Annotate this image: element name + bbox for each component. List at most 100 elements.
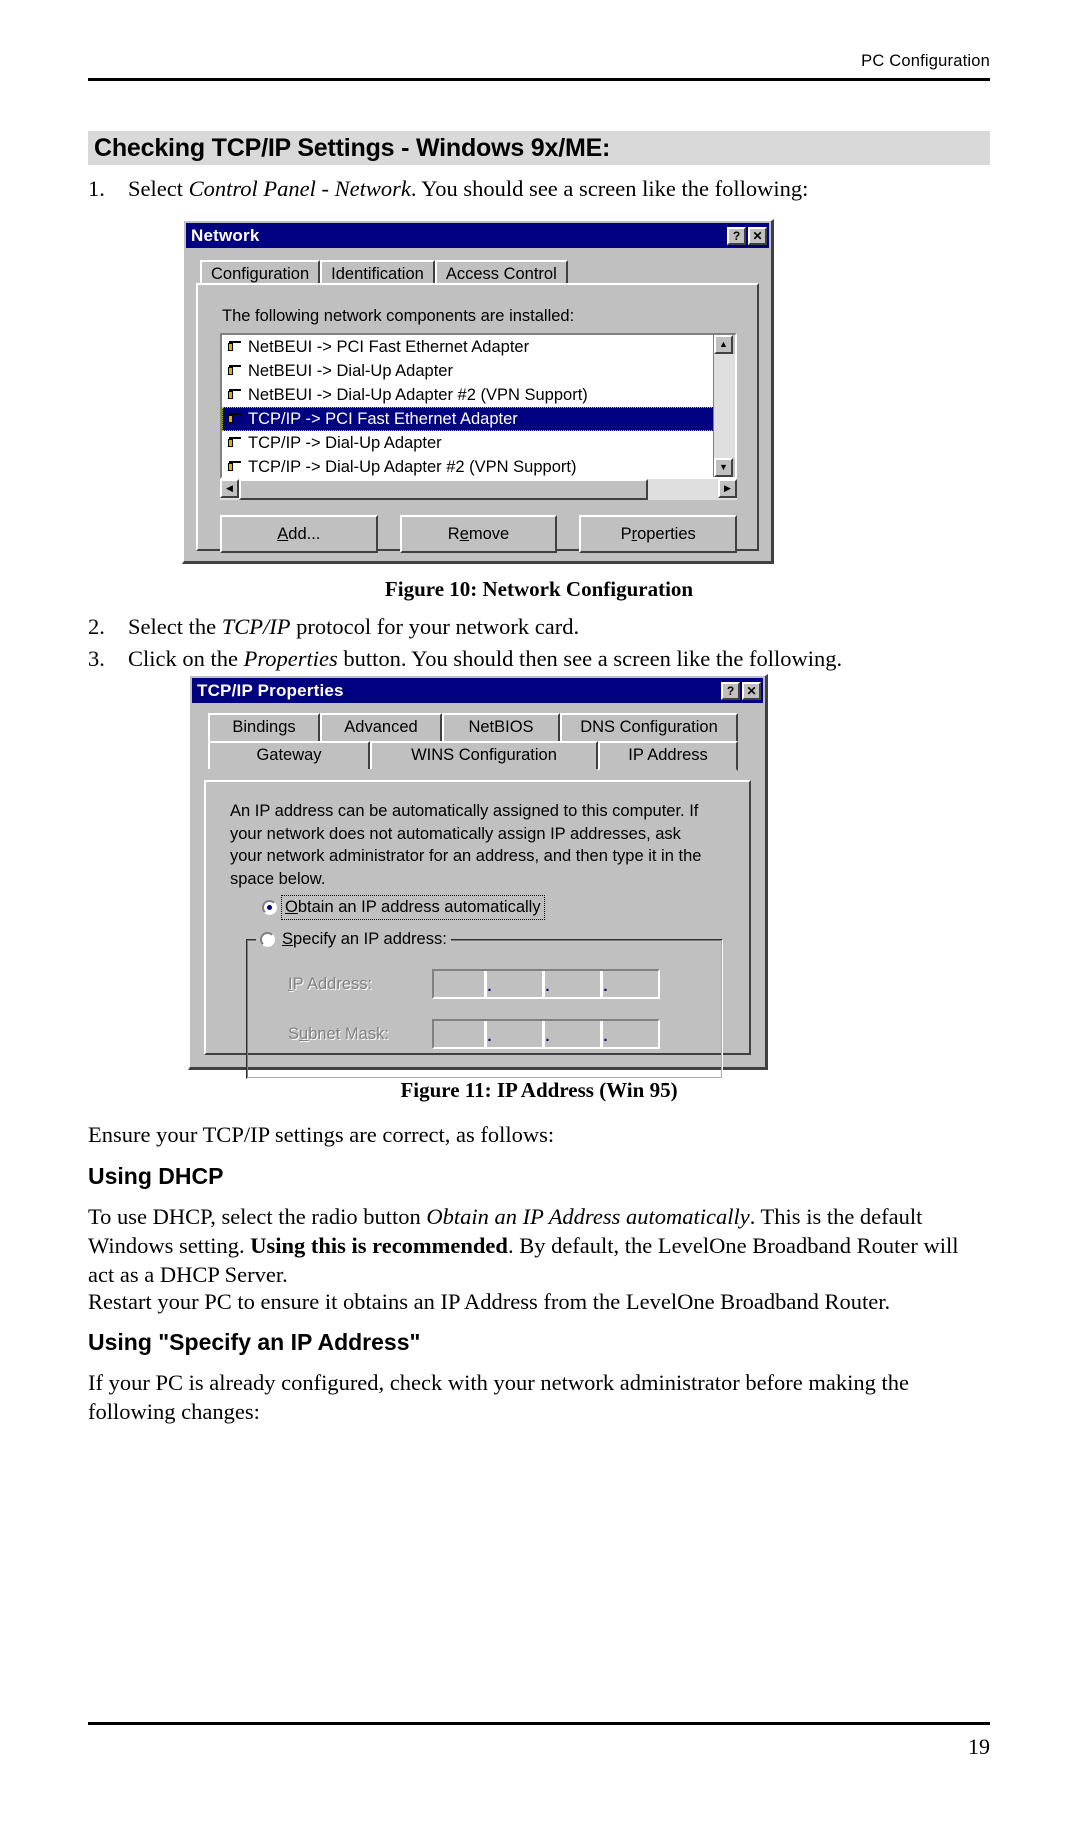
tab-ip-address[interactable]: IP Address xyxy=(598,741,738,771)
ip-octet-2[interactable] xyxy=(492,971,542,997)
tab-bindings[interactable]: Bindings xyxy=(208,713,320,741)
remove-button-label: Remove xyxy=(447,524,510,543)
components-list-label-text: The following network components are ins… xyxy=(222,307,575,325)
step-item-3: 3. Click on the Properties button. You s… xyxy=(88,645,990,673)
list-item-label: TCP/IP -> Dial-Up Adapter #2 (VPN Suppor… xyxy=(248,457,577,476)
tcpip-tab-strip-row2[interactable]: Gateway WINS Configuration IP Address xyxy=(208,741,765,771)
list-item[interactable]: NetBEUI -> PCI Fast Ethernet Adapter xyxy=(222,335,714,359)
using-dhcp-heading: Using DHCP xyxy=(88,1163,224,1189)
scroll-left-icon[interactable]: ◀ xyxy=(220,479,239,498)
ip-octet-4[interactable] xyxy=(608,971,658,997)
scroll-track[interactable] xyxy=(714,354,735,458)
network-components-listbox[interactable]: NetBEUI -> PCI Fast Ethernet Adapter Net… xyxy=(220,333,737,479)
help-icon[interactable]: ? xyxy=(721,681,740,700)
dhcp-paragraph: To use DHCP, select the radio button Obt… xyxy=(88,1204,959,1287)
ip-address-description: An IP address can be automatically assig… xyxy=(230,802,702,888)
scroll-down-icon[interactable]: ▼ xyxy=(714,458,733,477)
ip-address-input[interactable]: . . . xyxy=(432,969,660,999)
mask-octet-3[interactable] xyxy=(550,1021,600,1047)
document-page: PC Configuration Checking TCP/IP Setting… xyxy=(0,0,1080,1822)
tcpip-tab-strip-row1[interactable]: Bindings Advanced NetBIOS DNS Configurat… xyxy=(208,713,765,741)
figure-11-caption: Figure 11: IP Address (Win 95) xyxy=(400,1078,678,1102)
ip-address-field-label: IP Address: xyxy=(288,975,373,993)
step-item-2: 2. Select the TCP/IP protocol for your n… xyxy=(88,613,990,641)
specify-ip-heading: Using "Specify an IP Address" xyxy=(88,1329,421,1355)
network-dialog-titlebar: Network ? ✕ xyxy=(186,223,769,248)
figure-10-caption: Figure 10: Network Configuration xyxy=(384,577,694,601)
subnet-mask-input[interactable]: . . . xyxy=(432,1019,660,1049)
list-item-selected[interactable]: TCP/IP -> PCI Fast Ethernet Adapter xyxy=(222,407,714,431)
list-item-label: NetBEUI -> PCI Fast Ethernet Adapter xyxy=(248,337,530,356)
step-text: Click on the Properties button. You shou… xyxy=(128,646,843,671)
tcpip-properties-dialog[interactable]: TCP/IP Properties ? ✕ Bindings Advanced … xyxy=(188,674,768,1079)
ensure-settings-paragraph: Ensure your TCP/IP settings are correct,… xyxy=(88,1122,555,1147)
running-header: PC Configuration xyxy=(861,52,990,70)
network-dialog[interactable]: Network ? ✕ Configuration Identification… xyxy=(182,219,774,564)
mask-octet-4[interactable] xyxy=(608,1021,658,1047)
help-icon[interactable]: ? xyxy=(727,226,746,245)
obtain-ip-automatically-radio[interactable]: Obtain an IP address automatically xyxy=(262,895,545,920)
tab-dns-configuration[interactable]: DNS Configuration xyxy=(560,713,738,741)
tab-netbios[interactable]: NetBIOS xyxy=(442,713,560,741)
close-icon[interactable]: ✕ xyxy=(748,226,767,245)
protocol-icon xyxy=(225,363,245,380)
page-number: 19 xyxy=(968,1734,990,1759)
properties-button-label: Properties xyxy=(620,524,696,543)
listbox-horizontal-scrollbar[interactable]: ◀ ▶ xyxy=(220,479,737,500)
tab-gateway[interactable]: Gateway xyxy=(208,741,370,769)
tcpip-titlebar-buttons: ? ✕ xyxy=(721,681,761,700)
specify-ip-paragraph: If your PC is already configured, check … xyxy=(88,1370,910,1424)
add-button[interactable]: Add... xyxy=(220,515,378,553)
configuration-tab-page: The following network components are ins… xyxy=(196,283,759,553)
tab-advanced[interactable]: Advanced xyxy=(320,713,442,741)
list-item-label: TCP/IP -> PCI Fast Ethernet Adapter xyxy=(248,409,518,428)
step-number: 2. xyxy=(88,614,105,639)
mask-octet-2[interactable] xyxy=(492,1021,542,1047)
ip-octet-1[interactable] xyxy=(434,971,484,997)
list-item-label: TCP/IP -> Dial-Up Adapter xyxy=(248,433,442,452)
protocol-icon xyxy=(225,387,245,404)
properties-button[interactable]: Properties xyxy=(579,515,738,553)
list-item-label: NetBEUI -> Dial-Up Adapter #2 (VPN Suppo… xyxy=(248,385,588,404)
add-button-label: Add... xyxy=(277,524,321,543)
step-item-1: 1. Select Control Panel - Network. You s… xyxy=(88,175,990,203)
tab-wins-configuration[interactable]: WINS Configuration xyxy=(370,741,598,769)
ip-address-tab-page: An IP address can be automatically assig… xyxy=(204,780,751,1079)
network-titlebar-buttons: ? ✕ xyxy=(727,226,767,245)
footer-rule xyxy=(88,1722,990,1725)
list-item-label: NetBEUI -> Dial-Up Adapter xyxy=(248,361,453,380)
list-item[interactable]: NetBEUI -> Dial-Up Adapter xyxy=(222,359,714,383)
mask-octet-1[interactable] xyxy=(434,1021,484,1047)
step-number: 3. xyxy=(88,646,105,671)
scroll-up-icon[interactable]: ▲ xyxy=(714,335,733,354)
step-text: Select the TCP/IP protocol for your netw… xyxy=(128,614,580,639)
protocol-icon xyxy=(225,435,245,452)
step-number: 1. xyxy=(88,176,105,201)
listbox-vertical-scrollbar[interactable]: ▲ ▼ xyxy=(713,335,735,477)
components-list-label: The following network components are ins… xyxy=(222,305,574,328)
remove-button[interactable]: Remove xyxy=(399,515,558,553)
close-icon[interactable]: ✕ xyxy=(742,681,761,700)
specify-ip-address-group: Specify an IP address: IP Address: . . . xyxy=(246,930,723,1079)
step-text: Select Control Panel - Network. You shou… xyxy=(128,176,809,201)
list-item[interactable]: TCP/IP -> Dial-Up Adapter xyxy=(222,431,714,455)
specify-ip-address-label: Specify an IP address: xyxy=(282,930,447,948)
list-item[interactable]: NetBEUI -> Dial-Up Adapter #2 (VPN Suppo… xyxy=(222,383,714,407)
network-dialog-buttons: Add... Remove Properties xyxy=(220,515,738,553)
scroll-track[interactable] xyxy=(648,479,718,500)
protocol-icon xyxy=(225,339,245,356)
radio-indicator-off[interactable] xyxy=(260,932,275,947)
network-dialog-title: Network xyxy=(191,225,260,245)
header-rule xyxy=(88,78,990,81)
scroll-right-icon[interactable]: ▶ xyxy=(718,479,737,498)
list-item[interactable]: TCP/IP -> Dial-Up Adapter #2 (VPN Suppor… xyxy=(222,455,714,477)
tcpip-dialog-title: TCP/IP Properties xyxy=(197,680,344,700)
radio-indicator-on[interactable] xyxy=(262,900,277,915)
protocol-icon xyxy=(225,459,245,476)
tcpip-dialog-titlebar: TCP/IP Properties ? ✕ xyxy=(192,678,763,703)
ip-octet-3[interactable] xyxy=(550,971,600,997)
specify-ip-address-radio[interactable]: Specify an IP address: xyxy=(256,930,451,949)
section-heading: Checking TCP/IP Settings - Windows 9x/ME… xyxy=(88,131,990,165)
obtain-ip-automatically-label: Obtain an IP address automatically xyxy=(281,895,545,920)
scroll-thumb[interactable] xyxy=(239,479,648,500)
